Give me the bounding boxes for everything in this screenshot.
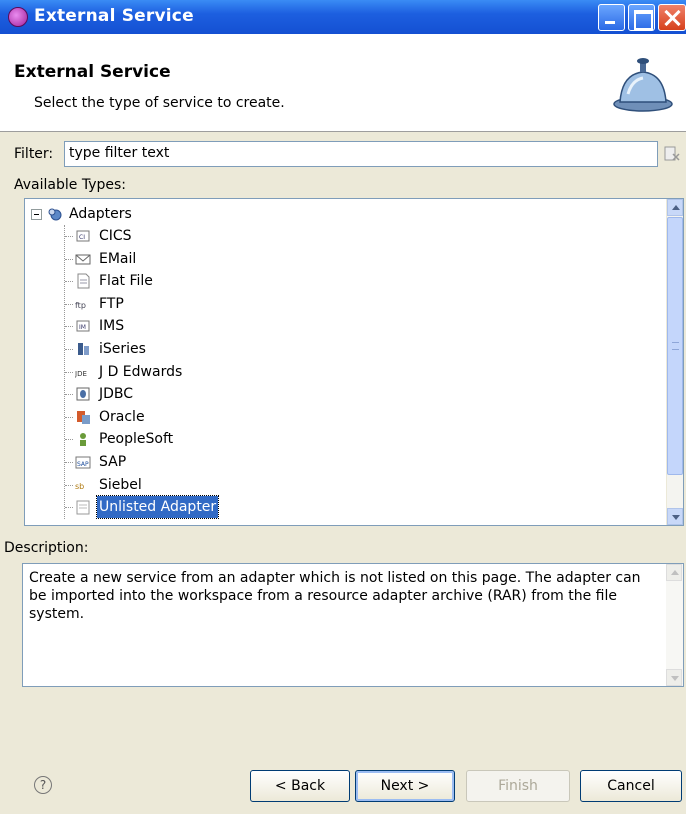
finish-button: Finish [466, 770, 570, 802]
adapters-folder-icon [48, 208, 62, 221]
back-button[interactable]: < Back [250, 770, 350, 802]
close-button[interactable] [658, 4, 686, 31]
tree-node-label: iSeries [99, 341, 146, 357]
email-icon [75, 254, 91, 265]
help-icon[interactable]: ? [34, 776, 52, 794]
available-types-tree[interactable]: Adapters CI CICS EMail Flat File ftp FTP IM IMS… [24, 198, 684, 526]
scroll-down-arrow-icon[interactable] [667, 508, 683, 525]
tree-connector [65, 349, 73, 350]
description-text: Create a new service from an adapter whi… [29, 570, 641, 622]
available-types-label: Available Types: [14, 177, 126, 193]
clear-filter-icon[interactable] [664, 145, 680, 163]
next-button[interactable]: Next > [355, 770, 455, 802]
svg-text:SAP: SAP [77, 461, 89, 468]
tree-connector [65, 371, 73, 373]
tree-node-label: Oracle [99, 408, 145, 425]
svg-text:IM: IM [79, 324, 86, 331]
cancel-button[interactable]: Cancel [580, 770, 682, 802]
tree-connector [65, 439, 73, 441]
ims-icon: IM [76, 320, 90, 332]
tree-connector [65, 507, 73, 509]
external-service-dialog: External Service External Service Select… [0, 0, 686, 814]
svg-text:CI: CI [79, 234, 85, 241]
tree-node-label: Flat File [99, 273, 153, 290]
tree-connector [65, 258, 73, 260]
svg-text:ftp: ftp [75, 301, 86, 310]
tree-node-label: FTP [99, 295, 124, 312]
tree-connector [65, 484, 73, 486]
tree-connector [65, 462, 73, 463]
app-icon [8, 7, 28, 27]
flat-file-icon [77, 273, 90, 289]
ftp-icon: ftp [75, 301, 86, 310]
tree-connector [65, 236, 73, 237]
service-bell-icon [613, 58, 673, 112]
jde-icon: JDE [75, 370, 87, 378]
sap-icon: SAP [75, 456, 91, 469]
title-bar[interactable]: External Service [0, 0, 686, 34]
tree-connector [65, 416, 73, 418]
tree-node-label: EMail [99, 250, 137, 267]
tree-node-label: PeopleSoft [99, 431, 174, 448]
cics-icon: CI [76, 230, 90, 242]
tree-scrollbar[interactable] [666, 199, 683, 525]
oracle-icon [77, 410, 90, 424]
tree-connector [65, 394, 73, 396]
tree-node-label: IMS [99, 318, 125, 335]
filter-label: Filter: [14, 146, 54, 162]
scroll-thumb[interactable] [667, 217, 683, 475]
unlisted-adapter-icon [76, 500, 90, 515]
maximize-button[interactable] [628, 4, 655, 31]
svg-text:sb: sb [75, 482, 84, 491]
peoplesoft-icon [80, 433, 86, 447]
window-title: External Service [34, 6, 194, 26]
tree-node-label: Unlisted Adapter [95, 495, 220, 520]
tree-node-label: J D Edwards [99, 363, 183, 380]
tree-node-label: JDBC [99, 386, 134, 403]
scroll-up-arrow-icon[interactable] [667, 199, 683, 216]
scroll-down-arrow-icon[interactable] [666, 669, 682, 686]
tree-node-label: Adapters [69, 206, 132, 222]
tree-connector [65, 326, 73, 328]
tree-node-label: Siebel [99, 476, 142, 493]
description-box: Create a new service from an adapter whi… [22, 563, 684, 687]
siebel-icon: sb [75, 482, 84, 491]
banner-title: External Service [14, 62, 171, 82]
banner-subtitle: Select the type of service to create. [34, 95, 285, 111]
tree-node-label: CICS [99, 228, 132, 244]
description-label: Description: [4, 540, 89, 556]
jdbc-icon [76, 387, 90, 401]
iseries-icon [78, 343, 89, 355]
collapse-toggle-icon[interactable] [31, 209, 42, 220]
tree-node-label: SAP [99, 454, 127, 470]
description-scrollbar[interactable] [666, 564, 683, 686]
minimize-button[interactable] [598, 4, 625, 31]
tree-connector [65, 281, 73, 283]
tree-connector [65, 303, 73, 305]
header-banner: External Service Select the type of serv… [0, 34, 686, 132]
scroll-up-arrow-icon[interactable] [666, 564, 682, 581]
svg-text:JDE: JDE [75, 370, 87, 378]
filter-input[interactable]: type filter text [64, 141, 658, 167]
